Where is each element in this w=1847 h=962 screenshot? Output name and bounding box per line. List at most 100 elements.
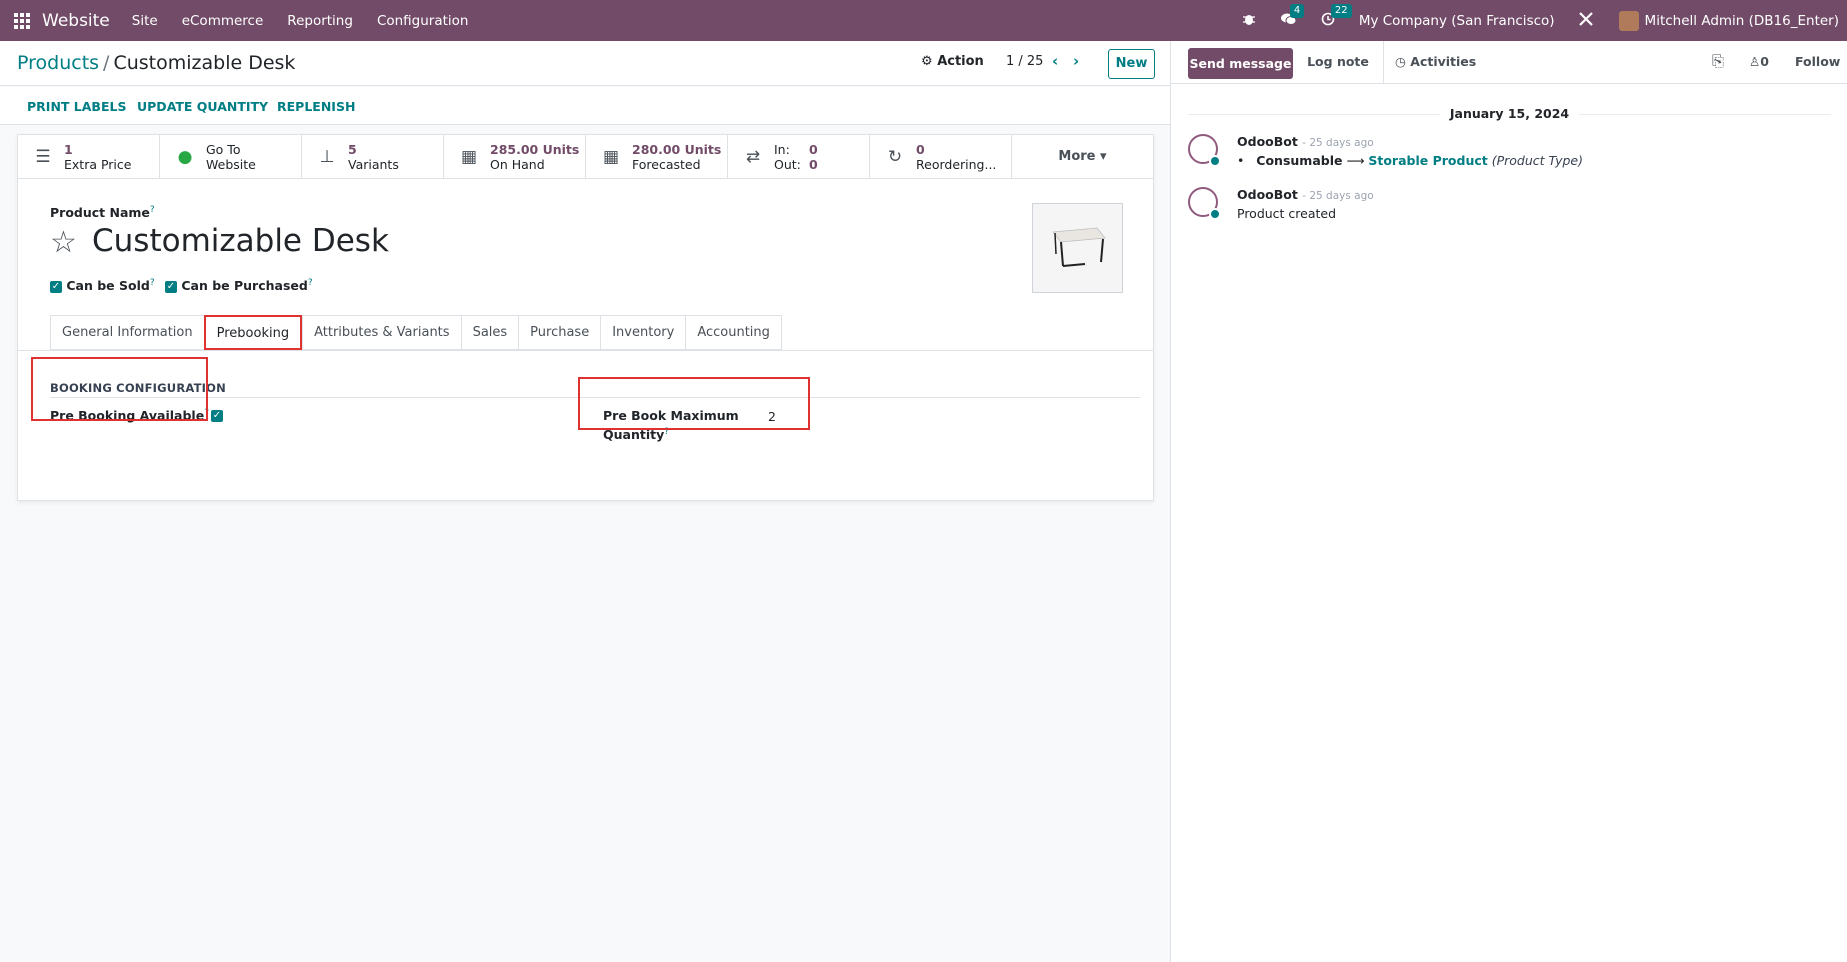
help-icon[interactable]: ?: [150, 205, 155, 215]
chatter: Send message Log note ◷ Activities ⎘ ♙0 …: [1170, 41, 1847, 962]
author-name: OdooBot: [1237, 134, 1298, 149]
settings-tools-icon[interactable]: [1577, 10, 1595, 32]
forecasted-label: Forecasted: [632, 157, 701, 172]
message-author[interactable]: OdooBot - 25 days ago: [1237, 134, 1374, 149]
can-be-sold[interactable]: ✓ Can be Sold?: [50, 278, 155, 293]
tracked-field: (Product Type): [1491, 153, 1583, 168]
app-brand[interactable]: Website: [42, 11, 110, 31]
new-button[interactable]: New: [1108, 49, 1155, 79]
form-sheet: ☰ 1 Extra Price ● Go To Website ⊥ 5 Vari…: [17, 134, 1154, 501]
website-line1: Go To: [206, 142, 241, 157]
heart-icon: [1209, 155, 1221, 167]
pre-booking-available-checkbox[interactable]: ✓: [211, 408, 223, 423]
menu-ecommerce[interactable]: eCommerce: [182, 13, 264, 29]
extra-price-value: 1: [64, 142, 73, 157]
smart-buttons: ☰ 1 Extra Price ● Go To Website ⊥ 5 Vari…: [18, 135, 1153, 179]
user-avatar[interactable]: [1618, 10, 1639, 31]
on-hand-button[interactable]: ▦ 285.00 Units On Hand: [444, 135, 586, 179]
tab-inventory[interactable]: Inventory: [600, 315, 686, 350]
tab-attributes-variants[interactable]: Attributes & Variants: [302, 315, 461, 350]
go-to-website-button[interactable]: ● Go To Website: [160, 135, 302, 179]
apps-menu-icon[interactable]: [12, 11, 32, 31]
follow-button[interactable]: Follow: [1795, 54, 1840, 69]
debug-bug-icon[interactable]: [1242, 12, 1256, 30]
caret-down-icon: ▾: [1100, 149, 1107, 164]
highlight-max-qty: [578, 377, 810, 430]
company-switcher[interactable]: My Company (San Francisco): [1359, 13, 1555, 29]
cubes-icon: ▦: [460, 147, 478, 167]
can-be-purchased[interactable]: ✓ Can be Purchased?: [165, 278, 313, 293]
date-separator: January 15, 2024: [1171, 106, 1847, 121]
activities-label: Activities: [1410, 54, 1477, 69]
activities-clock-icon[interactable]: 22: [1321, 3, 1352, 30]
clock-icon: ◷: [1395, 54, 1411, 69]
can-be-sold-checkbox[interactable]: ✓: [50, 280, 62, 293]
message-author[interactable]: OdooBot - 25 days ago: [1237, 187, 1374, 202]
out-label: Out:: [774, 157, 801, 172]
print-labels-button[interactable]: PRINT LABELS: [27, 99, 126, 114]
more-button[interactable]: More ▾: [1012, 135, 1153, 179]
breadcrumb-products[interactable]: Products: [17, 52, 99, 74]
exchange-icon: ⇄: [745, 147, 761, 167]
reordering-button[interactable]: ↻ 0 Reordering...: [870, 135, 1012, 179]
product-image[interactable]: [1032, 203, 1123, 293]
out-value: 0: [809, 157, 818, 172]
new-value: Storable Product: [1368, 153, 1488, 168]
action-label: Action: [937, 54, 984, 69]
in-value: 0: [809, 142, 818, 157]
attachment-paperclip-icon[interactable]: ⎘: [1712, 52, 1724, 70]
product-name-field[interactable]: Customizable Desk: [92, 223, 389, 259]
message-time: - 25 days ago: [1302, 137, 1374, 149]
sitemap-icon: ⊥: [319, 147, 335, 167]
help-icon[interactable]: ?: [150, 278, 155, 288]
odoobot-avatar: [1188, 187, 1221, 220]
reordering-label: Reordering...: [916, 157, 997, 172]
can-be-purchased-checkbox[interactable]: ✓: [165, 280, 177, 293]
variants-value: 5: [348, 142, 357, 157]
pager-next-icon[interactable]: ›: [1073, 52, 1079, 70]
messages-badge: 4: [1289, 3, 1305, 18]
heart-icon: [1209, 208, 1221, 220]
user-menu[interactable]: Mitchell Admin (DB16_Enter): [1645, 13, 1839, 29]
chatter-topbar: Send message Log note ◷ Activities ⎘ ♙0 …: [1171, 41, 1847, 84]
extra-price-button[interactable]: ☰ 1 Extra Price: [18, 135, 160, 179]
tab-purchase[interactable]: Purchase: [518, 315, 601, 350]
checkbox-check-icon: ✓: [211, 409, 223, 422]
pager-previous-icon[interactable]: ‹: [1052, 52, 1058, 70]
message-body: • Consumable ⟶ Storable Product (Product…: [1237, 153, 1583, 168]
menu-site[interactable]: Site: [132, 13, 158, 29]
breadcrumb: Products / Customizable Desk: [17, 52, 295, 74]
bullet: •: [1237, 153, 1245, 168]
messages-icon[interactable]: 4: [1280, 3, 1305, 30]
notebook-tabs: General Information Prebooking Attribute…: [50, 315, 782, 351]
activities-button[interactable]: ◷ Activities: [1395, 54, 1476, 69]
message-time: - 25 days ago: [1302, 190, 1374, 202]
log-note-button[interactable]: Log note: [1293, 41, 1384, 84]
help-icon[interactable]: ?: [308, 278, 313, 288]
send-message-button[interactable]: Send message: [1188, 48, 1293, 79]
action-menu[interactable]: ⚙ Action: [921, 54, 984, 69]
on-hand-value: 285.00 Units: [490, 142, 580, 157]
product-name-label-text: Product Name: [50, 205, 150, 221]
replenish-button[interactable]: REPLENISH: [277, 99, 355, 114]
desk-image: [1052, 227, 1106, 267]
chatter-message: OdooBot - 25 days ago • Consumable ⟶ Sto…: [1188, 134, 1828, 174]
tab-general-information[interactable]: General Information: [50, 315, 204, 350]
tab-accounting[interactable]: Accounting: [685, 315, 782, 350]
tab-prebooking[interactable]: Prebooking: [203, 315, 303, 350]
forecasted-button[interactable]: ▦ 280.00 Units Forecasted: [586, 135, 728, 179]
author-name: OdooBot: [1237, 187, 1298, 202]
extra-price-label: Extra Price: [64, 157, 132, 172]
menu-configuration[interactable]: Configuration: [377, 13, 469, 29]
followers-button[interactable]: ♙0: [1749, 54, 1769, 69]
in-label: In:: [774, 142, 790, 157]
in-out-button[interactable]: ⇄ In: 0 Out: 0: [728, 135, 870, 179]
globe-icon: ●: [177, 147, 193, 167]
favorite-star-icon[interactable]: ☆: [50, 225, 77, 260]
variants-label: Variants: [348, 157, 399, 172]
update-quantity-button[interactable]: UPDATE QUANTITY: [137, 99, 268, 114]
pager-value[interactable]: 1 / 25: [1006, 54, 1043, 69]
tab-sales[interactable]: Sales: [460, 315, 519, 350]
variants-button[interactable]: ⊥ 5 Variants: [302, 135, 444, 179]
menu-reporting[interactable]: Reporting: [287, 13, 353, 29]
